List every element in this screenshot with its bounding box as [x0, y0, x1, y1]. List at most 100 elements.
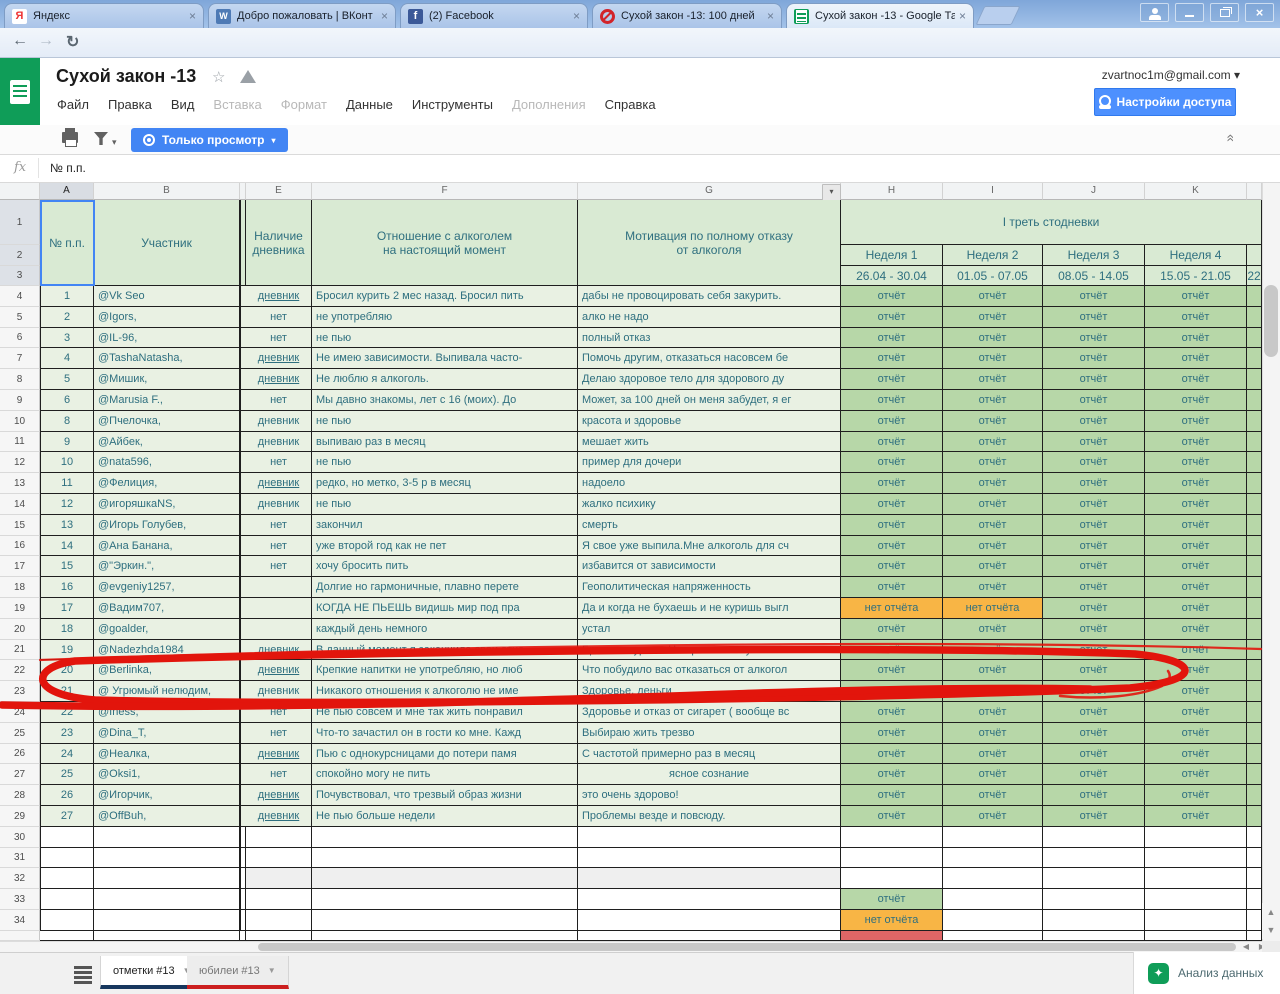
cell-relation[interactable]: спокойно могу не пить [312, 764, 578, 785]
status-cell[interactable]: отчёт [841, 556, 943, 577]
status-cell[interactable]: отчёт [841, 702, 943, 723]
status-cell[interactable] [1247, 806, 1262, 827]
row-header[interactable]: 26 [0, 744, 40, 764]
status-cell[interactable]: отчёт [1145, 681, 1247, 702]
status-cell[interactable]: отчёт [1043, 577, 1145, 598]
status-cell[interactable]: отчёт [1145, 286, 1247, 307]
cell-motivation[interactable]: Выбираю жить трезво [578, 723, 841, 744]
cell-motivation[interactable]: Здоровье, деньги [578, 681, 841, 702]
cell-participant[interactable]: @goalder, [94, 619, 240, 640]
status-cell[interactable]: отчёт [841, 369, 943, 390]
cell[interactable]: отчёт [841, 889, 943, 910]
row-header[interactable]: 31 [0, 848, 40, 868]
cell-relation[interactable]: не пью [312, 452, 578, 473]
cell[interactable] [40, 868, 94, 889]
scroll-left-icon[interactable]: ◀ [1238, 941, 1254, 952]
status-cell[interactable] [1247, 411, 1262, 432]
cell[interactable] [40, 827, 94, 848]
cell-number[interactable]: 19 [40, 640, 94, 660]
cell-motivation[interactable]: Геополитическая напряженность [578, 577, 841, 598]
status-cell[interactable]: отчёт [1145, 348, 1247, 369]
status-cell[interactable]: отчёт [1145, 702, 1247, 723]
cell-participant[interactable]: @"Эркин.", [94, 556, 240, 577]
cell[interactable] [1247, 910, 1262, 931]
cell-participant[interactable]: @Игорчик, [94, 785, 240, 806]
status-cell[interactable]: отчёт [1145, 390, 1247, 411]
status-cell[interactable]: отчёт [943, 328, 1043, 348]
header-week-dates[interactable]: 01.05 - 07.05 [943, 266, 1043, 286]
cell-number[interactable]: 4 [40, 348, 94, 369]
status-cell[interactable] [1247, 619, 1262, 640]
cell-motivation[interactable]: С частотой примерно раз в месяц [578, 744, 841, 764]
row-header[interactable]: 32 [0, 868, 40, 889]
status-cell[interactable]: отчёт [841, 744, 943, 764]
status-cell[interactable]: отчёт [943, 640, 1043, 660]
cell-relation[interactable]: Не имею зависимости. Выпивала часто- [312, 348, 578, 369]
status-cell[interactable]: отчёт [1145, 556, 1247, 577]
cell[interactable] [40, 889, 94, 910]
cell-relation[interactable]: Что-то зачастил он в гости ко мне. Кажд [312, 723, 578, 744]
status-cell[interactable]: отчёт [841, 785, 943, 806]
cell[interactable] [246, 889, 312, 910]
status-cell[interactable]: отчёт [1043, 764, 1145, 785]
header-week-dates[interactable]: 08.05 - 14.05 [1043, 266, 1145, 286]
diary-link[interactable]: дневник [246, 806, 312, 827]
row-header[interactable]: 7 [0, 348, 40, 369]
sheets-logo[interactable] [0, 58, 40, 125]
cell-number[interactable]: 16 [40, 577, 94, 598]
cell-motivation[interactable]: надоело [578, 473, 841, 494]
status-cell[interactable] [1247, 723, 1262, 744]
diary-link[interactable]: дневник [246, 369, 312, 390]
row-header[interactable]: 6 [0, 328, 40, 348]
menu-help[interactable]: Справка [605, 97, 656, 112]
cell[interactable] [312, 910, 578, 931]
cell-participant[interactable]: @Nadezhda1984 [94, 640, 240, 660]
cell-motivation[interactable]: Помочь другим, отказаться насовсем бе [578, 348, 841, 369]
status-cell[interactable]: отчёт [1145, 328, 1247, 348]
status-cell[interactable]: отчёт [1145, 432, 1247, 452]
cell-diary[interactable]: нет [246, 702, 312, 723]
status-cell[interactable]: отчёт [1043, 452, 1145, 473]
status-cell[interactable]: отчёт [943, 744, 1043, 764]
cell-number[interactable]: 10 [40, 452, 94, 473]
menu-tools[interactable]: Инструменты [412, 97, 493, 112]
cell-participant[interactable]: @игоряшкаNS, [94, 494, 240, 515]
status-cell[interactable] [1247, 494, 1262, 515]
cell-motivation[interactable]: алко не надо [578, 307, 841, 328]
cell[interactable] [1145, 889, 1247, 910]
status-cell[interactable]: отчёт [1043, 806, 1145, 827]
cell-number[interactable]: 27 [40, 806, 94, 827]
cell[interactable] [943, 931, 1043, 941]
status-cell[interactable]: отчёт [943, 536, 1043, 556]
diary-link[interactable]: дневник [246, 660, 312, 681]
status-cell[interactable] [1247, 744, 1262, 764]
cell-relation[interactable]: каждый день немного [312, 619, 578, 640]
cell[interactable] [246, 931, 312, 941]
cell-diary[interactable]: нет [246, 556, 312, 577]
cell-participant[interactable]: @TashaNatasha, [94, 348, 240, 369]
status-cell[interactable]: отчёт [943, 473, 1043, 494]
row-header[interactable]: 19 [0, 598, 40, 619]
status-cell[interactable]: отчёт [943, 390, 1043, 411]
tab-close-icon[interactable]: × [189, 10, 196, 22]
row-header[interactable]: 17 [0, 556, 40, 577]
cell-participant[interactable]: @IL-96, [94, 328, 240, 348]
cell-participant[interactable]: @Marusia F., [94, 390, 240, 411]
cell-participant[interactable]: @OffBuh, [94, 806, 240, 827]
row-header[interactable]: 24 [0, 702, 40, 723]
cell-motivation[interactable]: Бросила курить. Не нравится вкус алкого [578, 640, 841, 660]
status-cell[interactable]: отчёт [841, 286, 943, 307]
cell-number[interactable]: 13 [40, 515, 94, 536]
cell[interactable] [312, 931, 578, 941]
row-header[interactable]: 27 [0, 764, 40, 785]
status-cell[interactable] [1247, 307, 1262, 328]
header-week-dates[interactable]: 15.05 - 21.05 [1145, 266, 1247, 286]
cell-motivation[interactable]: мешает жить [578, 432, 841, 452]
status-cell[interactable]: отчёт [841, 660, 943, 681]
cell[interactable] [40, 910, 94, 931]
cell-number[interactable]: 9 [40, 432, 94, 452]
cell-motivation[interactable]: Делаю здоровое тело для здорового ду [578, 369, 841, 390]
cell[interactable] [841, 827, 943, 848]
cell-number[interactable]: 11 [40, 473, 94, 494]
status-cell[interactable]: отчёт [1145, 806, 1247, 827]
